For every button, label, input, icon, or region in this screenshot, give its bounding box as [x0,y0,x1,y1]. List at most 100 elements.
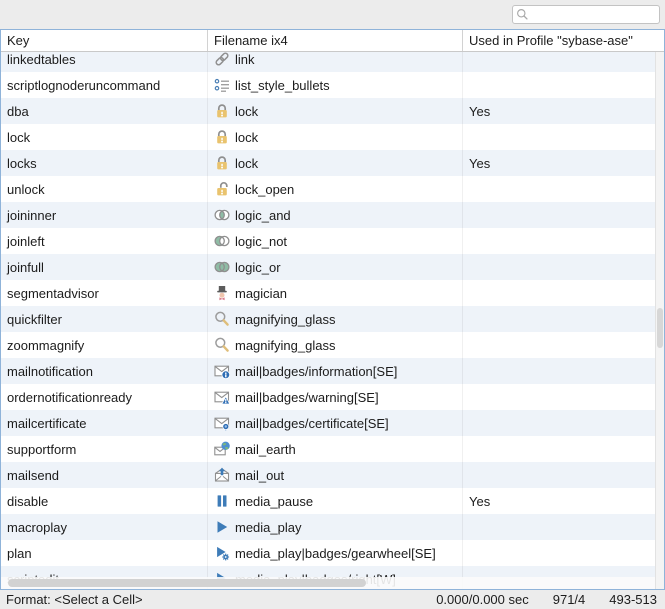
cell-used-in-profile[interactable] [463,358,664,384]
cell-filename[interactable]: magician [208,280,463,306]
cell-key[interactable]: lock [1,124,208,150]
cell-key[interactable]: disable [1,488,208,514]
horizontal-scrollbar[interactable] [1,577,655,589]
lock-icon [213,129,230,145]
cell-filename[interactable]: logic_or [208,254,463,280]
cell-used-in-profile[interactable] [463,514,664,540]
table-row[interactable]: mailcertificatemail|badges/certificate[S… [1,410,664,436]
cell-key[interactable]: macroplay [1,514,208,540]
cell-filename[interactable]: media_play [208,514,463,540]
cell-filename[interactable]: lock_open [208,176,463,202]
cell-key[interactable]: plan [1,540,208,566]
cell-used-in-profile[interactable] [463,436,664,462]
cell-used-in-profile[interactable] [463,410,664,436]
toolbar [0,0,665,29]
filename-text: mail_out [235,468,284,483]
cell-filename[interactable]: lock [208,124,463,150]
cell-used-in-profile[interactable]: Yes [463,150,664,176]
cell-used-in-profile[interactable] [463,462,664,488]
table-row[interactable]: joinfull logic_or [1,254,664,280]
cell-filename[interactable]: mail|badges/warning[SE] [208,384,463,410]
table-row[interactable]: unlocklock_open [1,176,664,202]
horizontal-scrollbar-thumb[interactable] [8,579,366,587]
cell-used-in-profile[interactable] [463,52,664,72]
table-row[interactable]: quickfiltermagnifying_glass [1,306,664,332]
table-row[interactable]: mailnotification mail|badges/information[… [1,358,664,384]
search-input[interactable] [529,7,659,22]
table-row[interactable]: lock lock [1,124,664,150]
table-row[interactable]: joininnerlogic_and [1,202,664,228]
cell-filename[interactable]: link [208,52,463,72]
table-row[interactable]: joinleftlogic_not [1,228,664,254]
cell-key[interactable]: joinfull [1,254,208,280]
cell-key[interactable]: scriptlognoderuncommand [1,72,208,98]
filename-text: logic_or [235,260,281,275]
cell-filename[interactable]: logic_and [208,202,463,228]
cell-filename[interactable]: list_style_bullets [208,72,463,98]
vertical-scrollbar[interactable] [655,52,664,589]
column-header-used-in-profile[interactable]: Used in Profile "sybase-ase" [463,30,664,51]
cell-filename[interactable]: mail_out [208,462,463,488]
cell-filename[interactable]: media_play|badges/gearwheel[SE] [208,540,463,566]
cell-used-in-profile[interactable] [463,540,664,566]
cell-used-in-profile[interactable] [463,384,664,410]
search-field[interactable] [512,5,660,24]
cell-key[interactable]: joininner [1,202,208,228]
cell-used-in-profile[interactable] [463,254,664,280]
magnifying-glass-icon [213,337,230,353]
column-header-filename[interactable]: Filename ix4 [208,30,463,51]
cell-used-in-profile[interactable] [463,202,664,228]
cell-key[interactable]: dba [1,98,208,124]
cell-filename[interactable]: magnifying_glass [208,332,463,358]
table-row[interactable]: plan media_play|badges/gearwheel[SE] [1,540,664,566]
cell-used-in-profile[interactable]: Yes [463,488,664,514]
cell-filename[interactable]: mail_earth [208,436,463,462]
cell-filename[interactable]: lock [208,98,463,124]
cell-key[interactable]: linkedtables [1,52,208,72]
cell-used-in-profile[interactable]: Yes [463,98,664,124]
cell-key[interactable]: mailcertificate [1,410,208,436]
cell-filename[interactable]: logic_not [208,228,463,254]
filename-text: mail|badges/information[SE] [235,364,397,379]
cell-filename[interactable]: magnifying_glass [208,306,463,332]
cell-key[interactable]: quickfilter [1,306,208,332]
cell-filename[interactable]: media_pause [208,488,463,514]
filename-text: magician [235,286,287,301]
cell-used-in-profile[interactable] [463,306,664,332]
cell-key[interactable]: mailnotification [1,358,208,384]
cell-key[interactable]: joinleft [1,228,208,254]
mail-warning-icon [213,389,230,405]
column-header-key[interactable]: Key [1,30,208,51]
cell-used-in-profile[interactable] [463,280,664,306]
cell-filename[interactable]: lock [208,150,463,176]
table-row[interactable]: zoommagnifymagnifying_glass [1,332,664,358]
vertical-scrollbar-thumb[interactable] [657,308,663,348]
table-row[interactable]: segmentadvisor magician [1,280,664,306]
table-row[interactable]: disablemedia_pauseYes [1,488,664,514]
cell-key[interactable]: unlock [1,176,208,202]
filename-text: media_play|badges/gearwheel[SE] [235,546,436,561]
cell-key[interactable]: zoommagnify [1,332,208,358]
table-row[interactable]: lockslockYes [1,150,664,176]
filename-text: lock [235,130,258,145]
table-row[interactable]: scriptlognoderuncommandlist_style_bullet… [1,72,664,98]
table-row[interactable]: mailsend mail_out [1,462,664,488]
cell-used-in-profile[interactable] [463,72,664,98]
cell-used-in-profile[interactable] [463,176,664,202]
cell-key[interactable]: locks [1,150,208,176]
cell-used-in-profile[interactable] [463,124,664,150]
cell-key[interactable]: ordernotificationready [1,384,208,410]
cell-key[interactable]: mailsend [1,462,208,488]
cell-key[interactable]: segmentadvisor [1,280,208,306]
table-row[interactable]: supportformmail_earth [1,436,664,462]
table-row[interactable]: ordernotificationreadymail|badges/warnin… [1,384,664,410]
table-row[interactable]: dbalockYes [1,98,664,124]
lock-icon [213,103,230,119]
table-row[interactable]: linkedtableslink [1,52,664,72]
cell-used-in-profile[interactable] [463,332,664,358]
table-row[interactable]: macroplaymedia_play [1,514,664,540]
cell-filename[interactable]: mail|badges/information[SE] [208,358,463,384]
cell-key[interactable]: supportform [1,436,208,462]
cell-used-in-profile[interactable] [463,228,664,254]
cell-filename[interactable]: mail|badges/certificate[SE] [208,410,463,436]
